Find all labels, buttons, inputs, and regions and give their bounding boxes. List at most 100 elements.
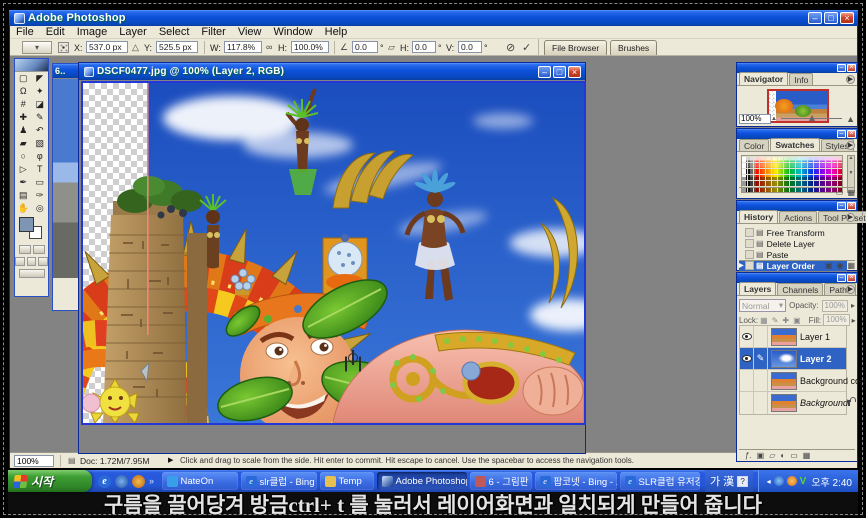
menu-filter[interactable]: Filter	[195, 26, 231, 39]
menu-file[interactable]: File	[10, 26, 40, 39]
hand-tool-icon[interactable]: ✋	[15, 202, 32, 215]
media-player-icon[interactable]	[132, 475, 145, 488]
panel-minimize-icon[interactable]: –	[837, 130, 846, 138]
taskbar-button-slrclub-lecture[interactable]: e SLR클럽 유저강...	[620, 472, 700, 490]
taskbar-button-temp[interactable]: Temp	[320, 472, 374, 490]
doc-close-icon[interactable]: ×	[568, 66, 581, 78]
document-titlebar[interactable]: DSCF0477.jpg @ 100% (Layer 2, RGB) – □ ×	[79, 63, 585, 80]
visibility-cell[interactable]	[740, 392, 754, 414]
lasso-tool-icon[interactable]: Ω	[15, 85, 32, 98]
tab-navigator[interactable]: Navigator	[739, 72, 788, 85]
history-item-paste[interactable]: ▤ Paste	[739, 249, 847, 260]
layer-thumbnail[interactable]	[771, 328, 797, 346]
zoom-in-icon[interactable]: ▲	[846, 114, 855, 124]
navigator-zoom-slider[interactable]	[781, 118, 842, 119]
layer-set-icon[interactable]: ▱	[769, 451, 775, 460]
lock-all-icon[interactable]: ▣	[793, 316, 801, 325]
layer-name[interactable]: Layer 1	[800, 332, 830, 342]
msn-icon[interactable]	[115, 475, 128, 488]
start-button[interactable]: 시작	[8, 470, 92, 492]
layer-row-layer2[interactable]: ✎ Layer 2	[740, 348, 846, 370]
fullscreen-menubar-button[interactable]	[27, 257, 37, 266]
taskbar-button-paint[interactable]: 6 - 그림판	[470, 472, 532, 490]
type-tool-icon[interactable]: T	[32, 163, 49, 176]
layer-name[interactable]: Background	[800, 398, 848, 408]
fill-arrow-icon[interactable]: ▸	[852, 316, 856, 325]
app-titlebar[interactable]: Adobe Photoshop – □ ×	[9, 10, 858, 26]
scroll-down-icon[interactable]: ▼	[849, 170, 854, 176]
history-item-delete-layer[interactable]: ▤ Delete Layer	[739, 238, 847, 249]
tab-channels[interactable]: Channels	[777, 283, 823, 295]
history-item-free-transform[interactable]: ▤ Free Transform	[739, 227, 847, 238]
layer-thumbnail[interactable]	[771, 350, 797, 368]
opacity-value[interactable]: 100%	[822, 300, 848, 312]
link-cell[interactable]	[754, 370, 768, 392]
history-source-checkbox[interactable]	[745, 239, 754, 248]
blur-tool-icon[interactable]: ○	[15, 150, 32, 163]
crop-tool-icon[interactable]: #	[15, 98, 32, 111]
history-source-checkbox[interactable]	[745, 228, 754, 237]
lock-transparency-icon[interactable]: ▦	[760, 316, 768, 325]
dodge-tool-icon[interactable]: φ	[32, 150, 49, 163]
eraser-tool-icon[interactable]: ▰	[15, 137, 32, 150]
layer-thumbnail[interactable]	[771, 372, 797, 390]
panel-menu-icon[interactable]: ▶	[846, 141, 855, 150]
panel-minimize-icon[interactable]: –	[837, 64, 846, 72]
delete-state-icon[interactable]: ▦	[847, 261, 855, 270]
visibility-cell[interactable]	[740, 326, 754, 348]
tab-color[interactable]: Color	[739, 139, 769, 151]
visibility-cell[interactable]	[740, 370, 754, 392]
panel-close-icon[interactable]: ×	[847, 64, 856, 72]
shape-tool-icon[interactable]: ▭	[32, 176, 49, 189]
menu-layer[interactable]: Layer	[113, 26, 153, 39]
eye-icon[interactable]	[742, 355, 752, 362]
quick-mask-mode-button[interactable]	[33, 245, 45, 254]
layer-name[interactable]: Layer 2	[800, 354, 832, 364]
ime-hanja-indicator[interactable]: 漢	[723, 473, 734, 489]
panel-minimize-icon[interactable]: –	[837, 274, 846, 282]
panel-close-icon[interactable]: ×	[847, 130, 856, 138]
tab-actions[interactable]: Actions	[779, 211, 817, 223]
menu-help[interactable]: Help	[319, 26, 354, 39]
doc-restore-icon[interactable]: □	[553, 66, 566, 78]
reference-point-locator-icon[interactable]	[58, 42, 69, 53]
doc-minimize-icon[interactable]: –	[538, 66, 551, 78]
layer-row-layer1[interactable]: Layer 1	[740, 326, 846, 348]
lock-position-icon[interactable]: ✚	[782, 316, 789, 325]
tab-tool-presets[interactable]: Tool Presets	[818, 211, 866, 223]
menu-view[interactable]: View	[232, 26, 268, 39]
tab-brushes[interactable]: Brushes	[610, 40, 657, 55]
tray-antivirus-icon[interactable]: V	[800, 476, 807, 487]
delete-layer-icon[interactable]: ▦	[803, 451, 811, 460]
panel-menu-icon[interactable]: ▶	[846, 75, 855, 84]
width-input[interactable]	[224, 41, 262, 53]
zoom-tool-icon[interactable]: ◎	[32, 202, 49, 215]
standard-screen-button[interactable]	[15, 257, 25, 266]
scroll-up-icon[interactable]: ▲	[849, 155, 854, 161]
cancel-transform-icon[interactable]: ⊘	[506, 41, 515, 54]
path-selection-tool-icon[interactable]: ▷	[15, 163, 32, 176]
eye-icon[interactable]	[742, 333, 752, 340]
new-layer-icon[interactable]: ▭	[790, 451, 798, 460]
fullscreen-button[interactable]	[38, 257, 48, 266]
taskbar-button-photoshop[interactable]: Adobe Photoshop	[377, 472, 467, 490]
transform-center-marker[interactable]	[346, 351, 359, 364]
new-document-from-state-icon[interactable]: ▣	[825, 261, 833, 270]
brush-tool-icon[interactable]: ✎	[32, 111, 49, 124]
zoom-slider-thumb[interactable]	[809, 115, 815, 121]
jump-to-imageready-button[interactable]	[19, 269, 45, 278]
panel-menu-icon[interactable]: ▶	[846, 285, 855, 294]
height-input[interactable]	[291, 41, 329, 53]
adjustment-layer-icon[interactable]: ◐	[780, 451, 785, 460]
tool-preset-picker[interactable]: ▾	[22, 41, 52, 54]
relative-position-icon[interactable]: △	[132, 42, 139, 53]
taskbar-button-popconet-bing[interactable]: e 팝코넷 - Bing - ...	[535, 472, 617, 490]
link-cell[interactable]	[754, 326, 768, 348]
layer-mask-icon[interactable]: ▣	[757, 451, 765, 460]
layer-thumbnail[interactable]	[771, 394, 797, 412]
panel-menu-icon[interactable]: ▶	[846, 213, 855, 222]
eyedropper-tool-icon[interactable]: ✑	[32, 189, 49, 202]
tray-messenger-icon[interactable]	[774, 476, 784, 486]
tab-swatches[interactable]: Swatches	[770, 138, 819, 151]
layer-name[interactable]: Background copy	[800, 376, 866, 386]
